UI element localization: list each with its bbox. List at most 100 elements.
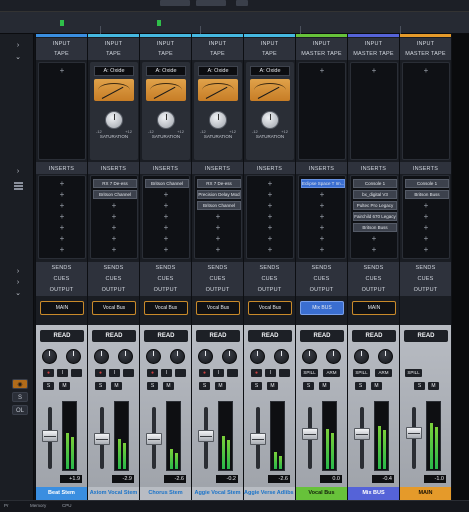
cues-label[interactable]: CUES xyxy=(36,276,87,282)
mute-button[interactable]: M xyxy=(428,382,439,390)
add-insert-icon[interactable]: + xyxy=(299,191,345,199)
output-selector[interactable]: Vocal Bus xyxy=(92,301,136,315)
cues-label[interactable]: CUES xyxy=(244,276,295,282)
tape-label[interactable]: TAPE xyxy=(244,51,295,57)
add-insert-icon[interactable]: + xyxy=(143,191,189,199)
inserts-label[interactable]: INSERTS xyxy=(192,166,243,172)
add-insert-icon[interactable]: + xyxy=(91,213,137,221)
add-insert-icon[interactable]: + xyxy=(39,191,85,199)
insert-slot[interactable]: bx_digital V3 xyxy=(353,190,397,199)
add-insert-icon[interactable]: + xyxy=(351,235,397,243)
cues-label[interactable]: CUES xyxy=(88,276,139,282)
input-label[interactable]: INPUT xyxy=(296,41,347,47)
output-label[interactable]: OUTPUT xyxy=(36,287,87,293)
solo-button[interactable]: S xyxy=(199,382,210,390)
insert-slot[interactable]: Eclipse Space T Im... xyxy=(301,179,345,188)
saturation-knob[interactable] xyxy=(209,111,227,129)
record-arm-button[interactable]: ● xyxy=(199,369,210,377)
inserts-label[interactable]: INSERTS xyxy=(244,166,295,172)
output-label[interactable]: OUTPUT xyxy=(140,287,191,293)
insert-slot[interactable]: Britson Channel xyxy=(145,179,189,188)
add-insert-icon[interactable]: + xyxy=(91,202,137,210)
timeline-ruler[interactable] xyxy=(0,12,469,34)
insert-slot[interactable]: Britson Buss xyxy=(353,223,397,232)
add-insert-icon[interactable]: + xyxy=(299,224,345,232)
tape-label[interactable]: TAPE xyxy=(36,51,87,57)
add-insert-icon[interactable]: + xyxy=(247,235,293,243)
add-insert-icon[interactable]: + xyxy=(195,235,241,243)
sends-label[interactable]: SENDS xyxy=(140,265,191,271)
saturation-knob[interactable] xyxy=(157,111,175,129)
pan-knob-right[interactable] xyxy=(170,349,185,364)
inserts-label[interactable]: INSERTS xyxy=(140,166,191,172)
add-insert-icon[interactable]: + xyxy=(299,213,345,221)
output-selector[interactable]: Vocal Bus xyxy=(144,301,188,315)
mute-button[interactable]: M xyxy=(163,382,174,390)
sends-label[interactable]: SENDS xyxy=(348,265,399,271)
arm-button[interactable]: ARM xyxy=(375,369,392,377)
add-slot-icon[interactable]: + xyxy=(39,67,85,75)
add-insert-icon[interactable]: + xyxy=(247,246,293,254)
pan-knob-left[interactable] xyxy=(354,349,369,364)
add-insert-icon[interactable]: + xyxy=(39,246,85,254)
insert-slot[interactable]: Britson Buss xyxy=(405,190,449,199)
volume-fader[interactable] xyxy=(146,433,162,445)
input-label[interactable]: INPUT xyxy=(36,41,87,47)
mute-button[interactable]: M xyxy=(215,382,226,390)
output-selector[interactable]: Vocal Bus xyxy=(196,301,240,315)
pan-knob-right[interactable] xyxy=(378,349,393,364)
spill-button[interactable]: SPILL xyxy=(353,369,370,377)
chevron-down-icon[interactable]: ⌄ xyxy=(14,54,22,62)
inserts-label[interactable]: INSERTS xyxy=(400,166,451,172)
add-insert-icon[interactable]: + xyxy=(247,213,293,221)
mute-button[interactable]: M xyxy=(319,382,330,390)
track-option-button[interactable] xyxy=(175,369,186,377)
solo-button[interactable]: S xyxy=(355,382,366,390)
insert-slot[interactable]: Fairchild 670 Legacy xyxy=(353,212,397,221)
mute-button[interactable]: M xyxy=(371,382,382,390)
mute-button[interactable]: M xyxy=(111,382,122,390)
chevron-right-icon[interactable]: › xyxy=(14,268,22,276)
volume-fader[interactable] xyxy=(354,427,370,440)
add-insert-icon[interactable]: + xyxy=(143,202,189,210)
automation-read-button[interactable]: READ xyxy=(352,330,396,342)
add-slot-icon[interactable]: + xyxy=(351,67,397,75)
offline-button[interactable]: OL xyxy=(12,405,28,415)
add-insert-icon[interactable]: + xyxy=(403,235,449,243)
output-label[interactable]: OUTPUT xyxy=(348,287,399,293)
channel-name[interactable]: Vocal Bus xyxy=(296,487,347,500)
input-label[interactable]: INPUT xyxy=(88,41,139,47)
pan-knob-left[interactable] xyxy=(250,349,265,364)
sends-label[interactable]: SENDS xyxy=(88,265,139,271)
input-monitor-button[interactable]: I xyxy=(161,369,172,377)
insert-slot[interactable]: Britson Channel xyxy=(197,201,241,210)
cues-label[interactable]: CUES xyxy=(140,276,191,282)
solo-button[interactable]: S xyxy=(414,382,425,390)
volume-fader[interactable] xyxy=(42,430,58,443)
channel-name[interactable]: Mix BUS xyxy=(348,487,399,500)
cues-label[interactable]: CUES xyxy=(192,276,243,282)
pan-knob-right[interactable] xyxy=(274,349,289,364)
add-insert-icon[interactable]: + xyxy=(299,202,345,210)
record-arm-button[interactable]: ● xyxy=(147,369,158,377)
insert-slot[interactable]: Britson Channel xyxy=(93,190,137,199)
tape-label[interactable]: TAPE xyxy=(140,51,191,57)
toolbar-button[interactable] xyxy=(160,0,190,6)
cues-label[interactable]: CUES xyxy=(400,276,451,282)
output-selector[interactable]: MAIN xyxy=(40,301,84,315)
add-slot-icon[interactable]: + xyxy=(403,67,449,75)
add-insert-icon[interactable]: + xyxy=(195,213,241,221)
mute-button[interactable]: M xyxy=(267,382,278,390)
input-label[interactable]: INPUT xyxy=(400,41,451,47)
volume-fader[interactable] xyxy=(94,433,110,445)
insert-slot[interactable]: Console 1 xyxy=(353,179,397,188)
add-insert-icon[interactable]: + xyxy=(143,246,189,254)
input-monitor-button[interactable]: I xyxy=(109,369,120,377)
channel-name[interactable]: Beat Stem xyxy=(36,487,87,500)
spill-button[interactable]: SPILL xyxy=(301,369,318,377)
input-label[interactable]: INPUT xyxy=(140,41,191,47)
volume-fader[interactable] xyxy=(198,430,214,443)
toolbar-button[interactable] xyxy=(236,0,248,6)
pan-knob-left[interactable] xyxy=(94,349,109,364)
add-insert-icon[interactable]: + xyxy=(91,224,137,232)
